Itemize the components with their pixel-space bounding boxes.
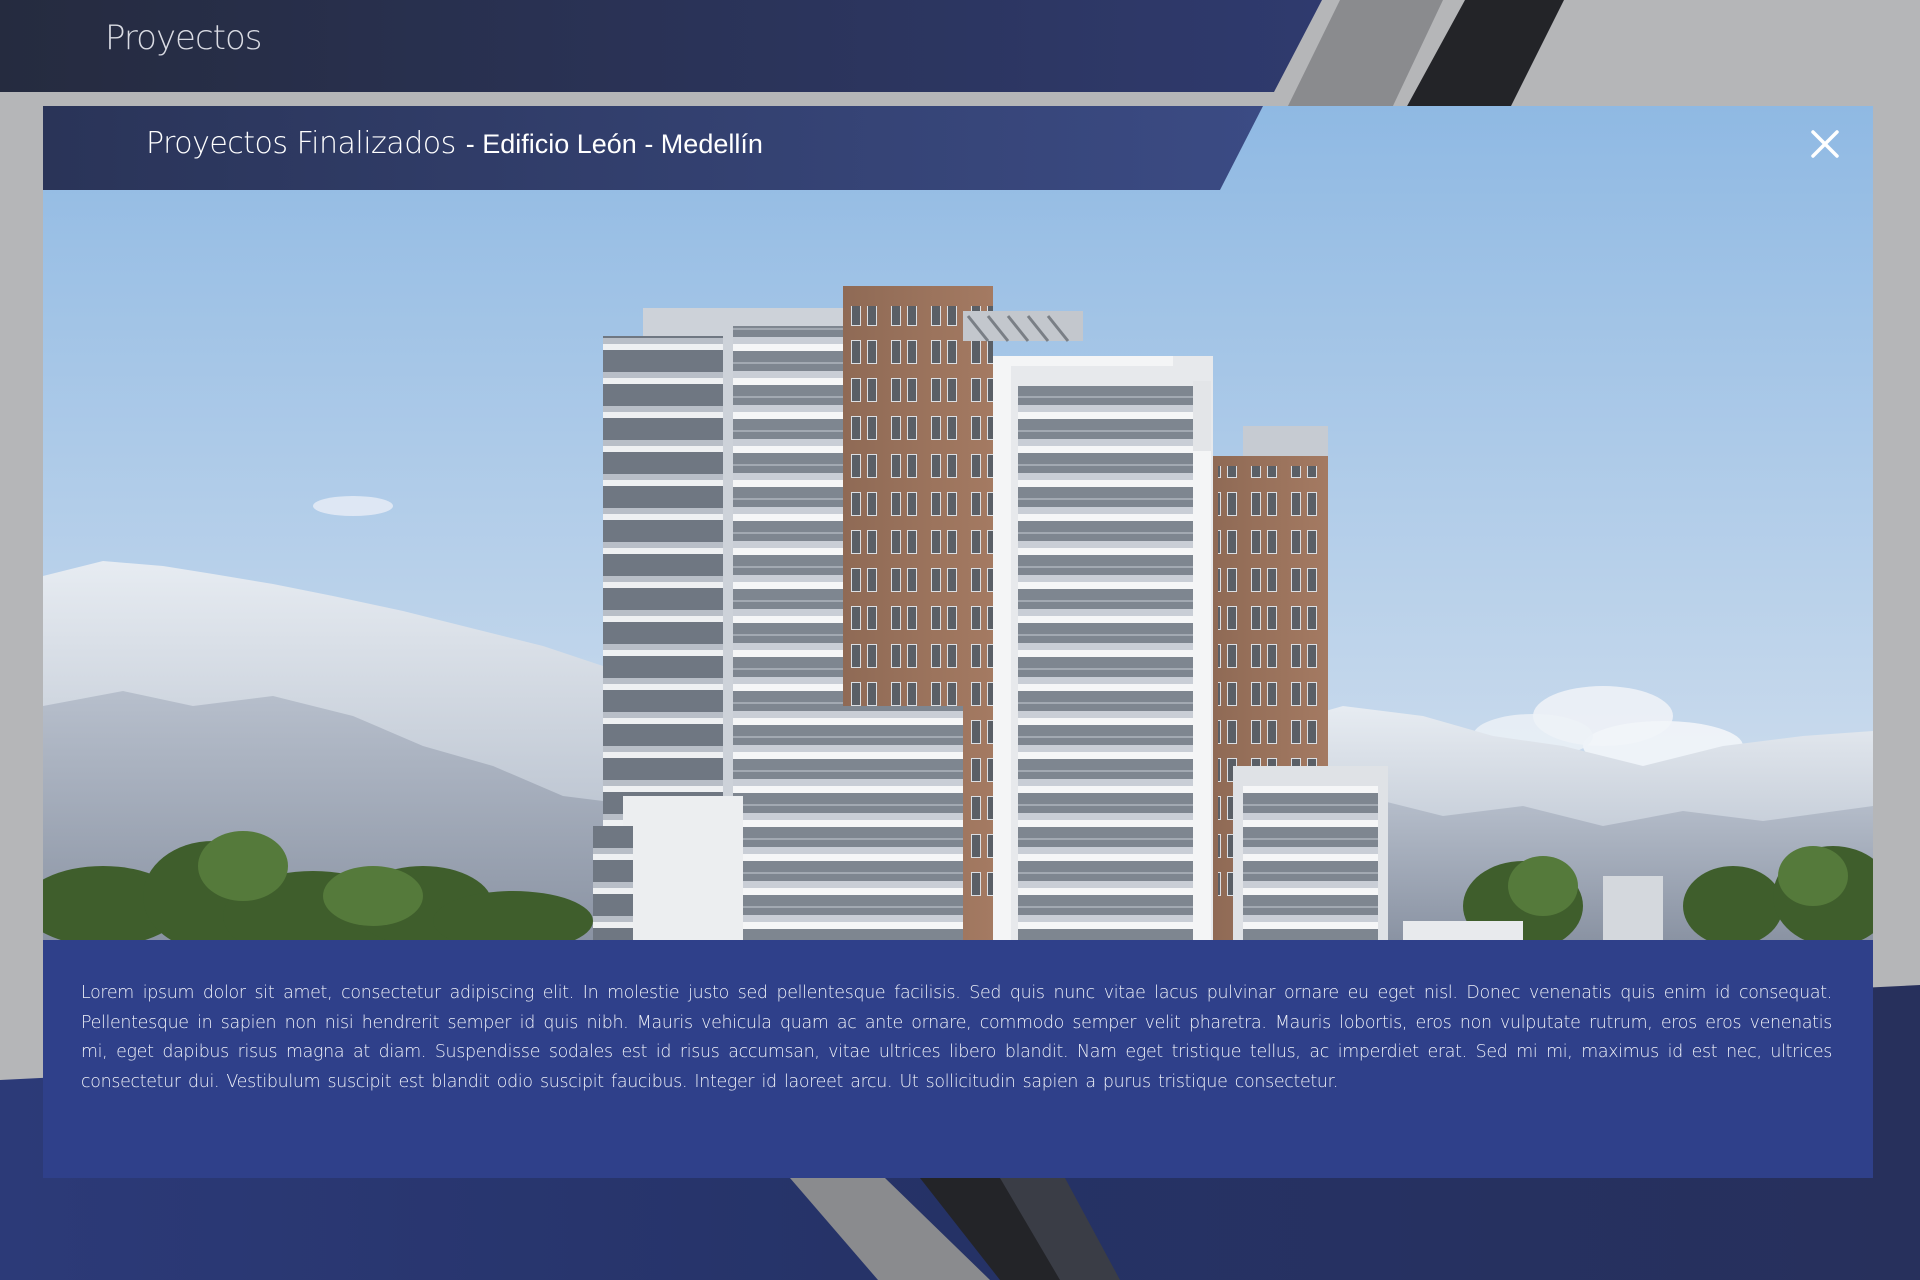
project-description: Lorem ipsum dolor sit amet, consectetur … [81,983,1832,1092]
project-image [43,106,1873,940]
modal-title-main: Proyectos Finalizados [146,126,456,161]
project-modal: Proyectos Finalizados - Edificio León - M… [43,106,1873,1178]
modal-title: Proyectos Finalizados - Edificio León - M… [146,126,763,161]
close-icon [1811,130,1839,158]
page-title: Proyectos [105,18,263,58]
close-button[interactable] [1809,128,1841,160]
page: Proyectos Proyectos Finalizados - Edific… [0,0,1920,1280]
modal-title-sub: - Edificio León - Medellín [465,129,763,159]
